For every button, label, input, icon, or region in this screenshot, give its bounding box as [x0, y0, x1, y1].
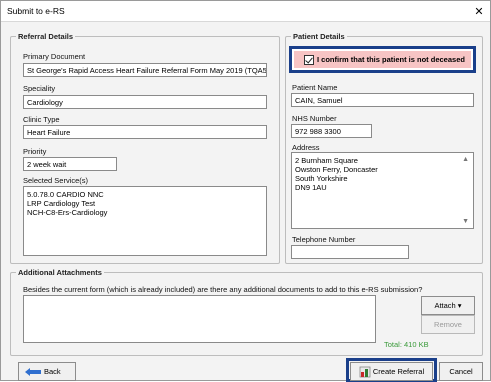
service-item[interactable]: 5.0.78.0 CARDIO NNC: [27, 190, 263, 199]
address-line: South Yorkshire: [295, 174, 348, 183]
selected-services-list[interactable]: 5.0.78.0 CARDIO NNC LRP Cardiology Test …: [23, 186, 267, 256]
scroll-up-icon[interactable]: ▲: [462, 155, 469, 164]
clinic-type-label: Clinic Type: [23, 115, 60, 124]
additional-attachments-legend: Additional Attachments: [18, 268, 102, 277]
patient-name-label: Patient Name: [292, 83, 338, 92]
address-field[interactable]: 2 Burnham Square Owston Ferry, Doncaster…: [291, 152, 474, 229]
submit-to-ers-dialog: Submit to e-RS ✕ Referral Details Primar…: [0, 0, 491, 382]
nhs-number-label: NHS Number: [292, 114, 337, 123]
back-button[interactable]: Back: [18, 362, 76, 381]
title-bar: Submit to e-RS ✕: [1, 1, 490, 22]
back-arrow-icon: [25, 367, 41, 376]
priority-label: Priority: [23, 147, 47, 156]
close-icon[interactable]: ✕: [468, 1, 490, 21]
address-label: Address: [292, 143, 320, 152]
patient-name-field[interactable]: CAIN, Samuel: [291, 93, 474, 107]
scroll-down-icon[interactable]: ▼: [462, 217, 469, 226]
clinic-type-field[interactable]: Heart Failure: [23, 125, 267, 139]
address-line: DN9 1AU: [295, 183, 327, 192]
window-title: Submit to e-RS: [7, 6, 65, 16]
deceased-confirm-label: I confirm that this patient is not decea…: [317, 55, 465, 64]
referral-details-legend: Referral Details: [18, 32, 74, 41]
deceased-confirm-checkbox[interactable]: I confirm that this patient is not decea…: [294, 51, 471, 68]
address-line: Owston Ferry, Doncaster: [295, 165, 378, 174]
address-line: 2 Burnham Square: [295, 156, 358, 165]
attachments-question: Besides the current form (which is alrea…: [23, 285, 423, 294]
nhs-number-field[interactable]: 972 988 3300: [291, 124, 372, 138]
total-size: Total: 410 KB: [384, 340, 429, 349]
deceased-confirm-highlight: I confirm that this patient is not decea…: [289, 46, 476, 73]
remove-button[interactable]: Remove: [421, 315, 475, 334]
primary-document-field[interactable]: St George's Rapid Access Heart Failure R…: [23, 63, 267, 77]
create-referral-button[interactable]: Create Referral: [350, 362, 433, 381]
attachments-list[interactable]: [23, 295, 376, 343]
priority-field[interactable]: 2 week wait: [23, 157, 117, 171]
selected-services-label: Selected Service(s): [23, 176, 89, 185]
speciality-label: Speciality: [23, 84, 56, 93]
telephone-number-label: Telephone Number: [292, 235, 356, 244]
patient-details-legend: Patient Details: [293, 32, 345, 41]
primary-document-label: Primary Document: [23, 52, 86, 61]
service-item[interactable]: NCH-C8-Ers-Cardiology: [27, 208, 263, 217]
back-label: Back: [44, 367, 61, 376]
checkbox-checked-icon[interactable]: [304, 54, 314, 65]
speciality-field[interactable]: Cardiology: [23, 95, 267, 109]
telephone-number-field[interactable]: [291, 245, 409, 259]
create-referral-icon: [359, 366, 371, 377]
create-referral-label: Create Referral: [372, 367, 425, 376]
attach-button[interactable]: Attach ▾: [421, 296, 475, 315]
cancel-button[interactable]: Cancel: [439, 362, 483, 381]
service-item[interactable]: LRP Cardiology Test: [27, 199, 263, 208]
